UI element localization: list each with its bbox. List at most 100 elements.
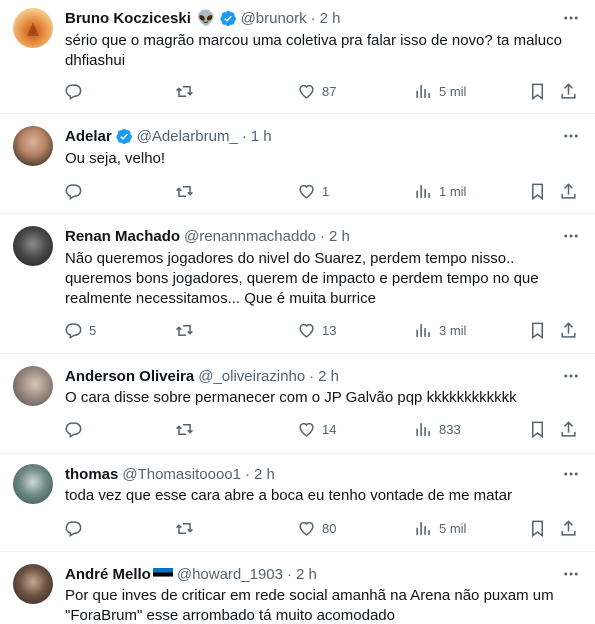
author-handle[interactable]: @howard_1903 bbox=[177, 566, 283, 583]
tweet[interactable]: Anderson Oliveira @_oliveirazinho · 2 h … bbox=[0, 354, 595, 454]
author-name[interactable]: André Mello bbox=[65, 566, 151, 583]
timestamp[interactable]: 2 h bbox=[296, 566, 317, 583]
share-icon bbox=[561, 182, 576, 199]
author-handle[interactable]: @Adelarbrum_ bbox=[137, 128, 238, 145]
separator-dot: · bbox=[310, 9, 316, 27]
share-button[interactable] bbox=[559, 516, 578, 540]
timestamp[interactable]: 2 h bbox=[320, 10, 341, 27]
tweet-header: Anderson Oliveira @_oliveirazinho · 2 h bbox=[65, 366, 555, 386]
retweet-button[interactable] bbox=[175, 417, 200, 441]
like-button[interactable]: 14 bbox=[297, 417, 336, 441]
tweet-actions: 80 5 mil bbox=[58, 516, 585, 540]
author-handle[interactable]: @renannmachaddo bbox=[184, 228, 316, 245]
tweet[interactable]: Adelar @Adelarbrum_ · 1 h Ou seja, velho… bbox=[0, 114, 595, 214]
bookmark-icon bbox=[531, 183, 544, 200]
views-icon bbox=[416, 422, 430, 436]
reply-button[interactable] bbox=[64, 516, 89, 540]
tweet-header: thomas @Thomasitoooo1 · 2 h bbox=[65, 464, 555, 484]
retweet-button[interactable] bbox=[175, 318, 200, 342]
tweet[interactable]: André Mello @howard_1903 · 2 h Por que i… bbox=[0, 552, 595, 624]
tweet-actions: 14 833 bbox=[58, 417, 585, 441]
reply-feed: Bruno Kocziceski 👽 @brunork · 2 h sério … bbox=[0, 0, 595, 624]
bookmark-button[interactable] bbox=[528, 417, 547, 441]
views-count: 3 mil bbox=[439, 322, 467, 338]
like-button[interactable]: 87 bbox=[297, 79, 336, 103]
more-icon[interactable] bbox=[561, 464, 581, 484]
author-handle[interactable]: @_oliveirazinho bbox=[198, 368, 305, 385]
retweet-button[interactable] bbox=[175, 516, 200, 540]
bookmark-button[interactable] bbox=[528, 516, 547, 540]
author-name[interactable]: thomas bbox=[65, 466, 118, 483]
tweet[interactable]: Renan Machado @renannmachaddo · 2 h Não … bbox=[0, 214, 595, 354]
reply-icon bbox=[65, 421, 82, 438]
more-icon[interactable] bbox=[561, 126, 581, 146]
reply-icon bbox=[65, 322, 82, 339]
retweet-button[interactable] bbox=[175, 179, 200, 203]
more-icon[interactable] bbox=[561, 226, 581, 246]
views-button[interactable]: 1 mil bbox=[414, 179, 466, 203]
views-button[interactable]: 5 mil bbox=[414, 516, 466, 540]
views-button[interactable]: 5 mil bbox=[414, 79, 466, 103]
like-button[interactable]: 80 bbox=[297, 516, 336, 540]
like-button[interactable]: 13 bbox=[297, 318, 336, 342]
avatar[interactable] bbox=[13, 464, 53, 504]
timestamp[interactable]: 2 h bbox=[329, 228, 350, 245]
separator-dot: · bbox=[309, 367, 315, 385]
retweet-icon bbox=[176, 324, 193, 336]
retweet-button[interactable] bbox=[175, 79, 200, 103]
author-handle[interactable]: @Thomasitoooo1 bbox=[122, 466, 241, 483]
timestamp[interactable]: 2 h bbox=[318, 368, 339, 385]
views-button[interactable]: 3 mil bbox=[414, 318, 466, 342]
tweet-text: Não queremos jogadores do nivel do Suare… bbox=[65, 250, 539, 307]
bookmark-button[interactable] bbox=[528, 318, 547, 342]
like-count: 1 bbox=[322, 183, 330, 199]
heart-icon bbox=[299, 84, 314, 99]
reply-button[interactable] bbox=[64, 79, 89, 103]
verified-badge-icon bbox=[219, 10, 237, 27]
avatar[interactable] bbox=[13, 8, 53, 48]
bookmark-icon bbox=[531, 520, 544, 537]
share-button[interactable] bbox=[559, 179, 578, 203]
avatar[interactable] bbox=[13, 564, 53, 604]
bookmark-icon bbox=[531, 421, 544, 438]
retweet-icon bbox=[176, 423, 193, 435]
timestamp[interactable]: 1 h bbox=[251, 128, 272, 145]
tweet[interactable]: thomas @Thomasitoooo1 · 2 h toda vez que… bbox=[0, 454, 595, 552]
author-handle[interactable]: @brunork bbox=[241, 10, 307, 27]
reply-button[interactable]: 5 bbox=[64, 318, 96, 342]
share-icon bbox=[561, 321, 576, 338]
author-name[interactable]: Bruno Kocziceski bbox=[65, 10, 191, 27]
more-icon[interactable] bbox=[561, 366, 581, 386]
separator-dot: · bbox=[241, 127, 247, 145]
bookmark-button[interactable] bbox=[528, 79, 547, 103]
share-button[interactable] bbox=[559, 318, 578, 342]
tweet[interactable]: Bruno Kocziceski 👽 @brunork · 2 h sério … bbox=[0, 0, 595, 114]
views-icon bbox=[416, 184, 430, 198]
views-button[interactable]: 833 bbox=[414, 417, 461, 441]
bookmark-button[interactable] bbox=[528, 179, 547, 203]
author-name[interactable]: Renan Machado bbox=[65, 228, 180, 245]
reply-button[interactable] bbox=[64, 179, 89, 203]
author-emoji: 👽 bbox=[196, 10, 216, 27]
like-button[interactable]: 1 bbox=[297, 179, 329, 203]
views-icon bbox=[416, 521, 430, 535]
avatar[interactable] bbox=[13, 126, 53, 166]
timestamp[interactable]: 2 h bbox=[254, 466, 275, 483]
like-count: 14 bbox=[322, 421, 337, 437]
avatar[interactable] bbox=[13, 366, 53, 406]
reply-icon bbox=[65, 83, 82, 100]
author-name[interactable]: Anderson Oliveira bbox=[65, 368, 194, 385]
like-count: 13 bbox=[322, 322, 337, 338]
more-icon[interactable] bbox=[561, 564, 581, 584]
views-count: 833 bbox=[439, 421, 461, 437]
views-icon bbox=[416, 323, 430, 337]
author-name[interactable]: Adelar bbox=[65, 128, 112, 145]
share-button[interactable] bbox=[559, 79, 578, 103]
share-icon bbox=[561, 420, 576, 437]
share-button[interactable] bbox=[559, 417, 578, 441]
estonia-flag-icon bbox=[152, 567, 173, 581]
views-count: 1 mil bbox=[439, 183, 467, 199]
reply-button[interactable] bbox=[64, 417, 89, 441]
more-icon[interactable] bbox=[561, 8, 581, 28]
avatar[interactable] bbox=[13, 226, 53, 266]
